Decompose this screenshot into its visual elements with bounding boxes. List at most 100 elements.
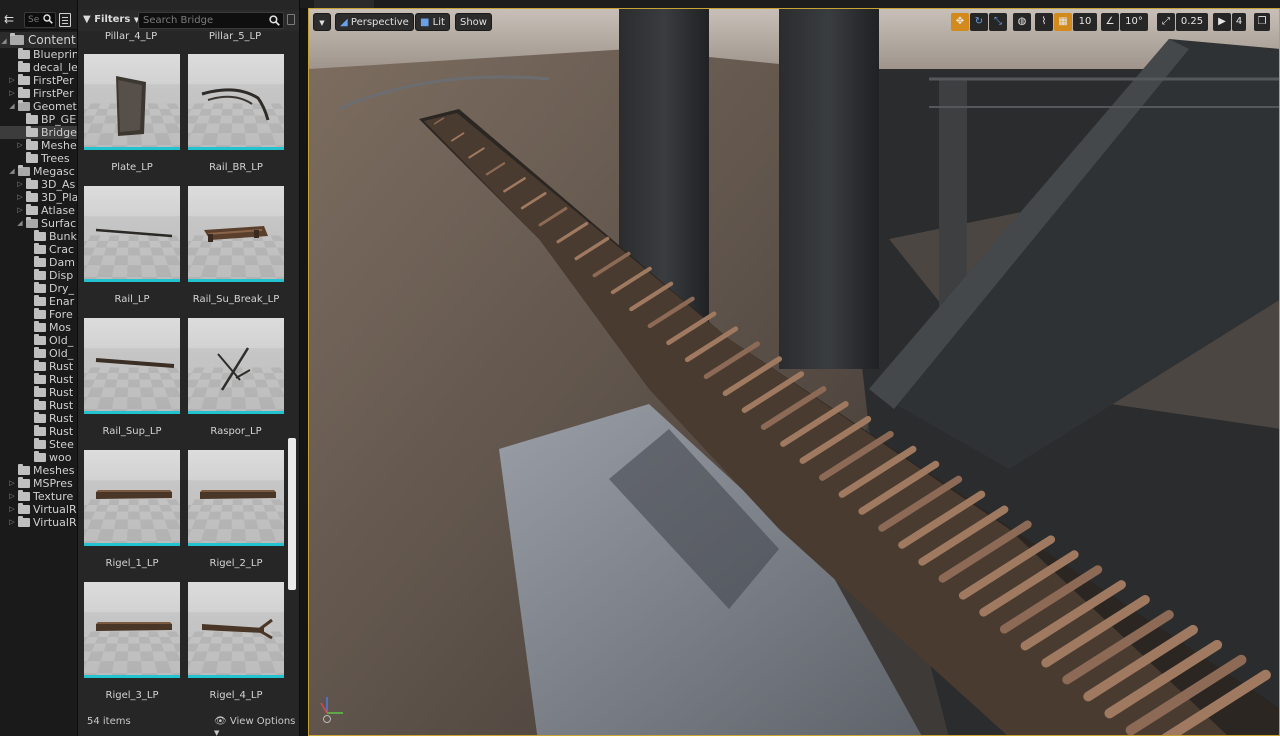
- rotation-snap-toggle[interactable]: ∠: [1101, 13, 1119, 31]
- camera-speed-value[interactable]: 4: [1232, 13, 1246, 31]
- collapsed-arrow-icon[interactable]: ▷: [8, 74, 16, 87]
- tree-item-content[interactable]: ◢ Content: [0, 32, 77, 48]
- tree-item-rust[interactable]: Rust: [0, 386, 77, 399]
- tree-item-megasc[interactable]: ◢ Megasc: [0, 165, 77, 178]
- chevron-down-icon: ▼: [214, 729, 220, 736]
- tree-item-virtualr[interactable]: ▷ VirtualR: [0, 503, 77, 516]
- asset-thumbnail[interactable]: [188, 54, 284, 150]
- translate-tool-button[interactable]: ✥: [951, 13, 969, 31]
- filters-label: Filters: [94, 14, 131, 25]
- tree-item-3d-pla[interactable]: ▷ 3D_Pla: [0, 191, 77, 204]
- tree-item-meshes[interactable]: Meshes: [0, 464, 77, 477]
- collapsed-arrow-icon[interactable]: ▷: [8, 516, 16, 529]
- tree-item-enar[interactable]: Enar: [0, 295, 77, 308]
- tree-item-texture[interactable]: ▷ Texture: [0, 490, 77, 503]
- tree-item-label: FirstPer: [33, 87, 74, 100]
- tree-item-geomet[interactable]: ◢ Geomet: [0, 100, 77, 113]
- partial-row-label-right[interactable]: Pillar_5_LP: [182, 31, 288, 42]
- tree-item-decal-le[interactable]: decal_le: [0, 61, 77, 74]
- rotation-snap-value[interactable]: 10°: [1120, 13, 1148, 31]
- collapsed-arrow-icon[interactable]: ▷: [16, 204, 24, 217]
- tree-item-trees[interactable]: Trees: [0, 152, 77, 165]
- collapsed-arrow-icon[interactable]: ▷: [8, 490, 16, 503]
- tree-item-old-[interactable]: Old_: [0, 347, 77, 360]
- scale-tool-button[interactable]: ⤡: [989, 13, 1007, 31]
- scale-snap-toggle[interactable]: ⤢: [1157, 13, 1175, 31]
- grid-snap-value[interactable]: 10: [1073, 13, 1097, 31]
- tree-item-blueprin[interactable]: Blueprin: [0, 48, 77, 61]
- collapsed-arrow-icon[interactable]: ▷: [8, 503, 16, 516]
- save-search-icon[interactable]: [287, 14, 295, 25]
- tree-item-atlase[interactable]: ▷ Atlase: [0, 204, 77, 217]
- scale-icon: ⤡: [994, 16, 1002, 27]
- tree-item-mspres[interactable]: ▷ MSPres: [0, 477, 77, 490]
- tree-item-mos[interactable]: Mos: [0, 321, 77, 334]
- collapsed-arrow-icon[interactable]: ▷: [16, 139, 24, 152]
- folder-icon: [34, 321, 46, 332]
- tree-item-firstper[interactable]: ▷ FirstPer: [0, 87, 77, 100]
- tree-item-3d-as[interactable]: ▷ 3D_As: [0, 178, 77, 191]
- filters-button[interactable]: ▼ Filters ▼: [83, 12, 139, 28]
- asset-name: Rigel_4_LP: [209, 690, 263, 701]
- expanded-arrow-icon[interactable]: ◢: [16, 217, 24, 230]
- expanded-arrow-icon[interactable]: ◢: [8, 165, 16, 178]
- tree-item-old-[interactable]: Old_: [0, 334, 77, 347]
- tree-item-crac[interactable]: Crac: [0, 243, 77, 256]
- tree-item-woo[interactable]: woo: [0, 451, 77, 464]
- viewport-options-button[interactable]: ▼: [313, 13, 331, 31]
- tree-item-rust[interactable]: Rust: [0, 360, 77, 373]
- tree-item-meshe[interactable]: ▷ Meshe: [0, 139, 77, 152]
- world-local-button[interactable]: ◍: [1013, 13, 1031, 31]
- tree-item-dam[interactable]: Dam: [0, 256, 77, 269]
- asset-thumbnail[interactable]: [188, 582, 284, 678]
- tree-item-bridge[interactable]: Bridge: [0, 126, 77, 139]
- asset-search-input[interactable]: Search Bridge: [138, 12, 284, 29]
- folder-search-input[interactable]: Se: [24, 12, 56, 28]
- expanded-arrow-icon[interactable]: ◢: [0, 33, 8, 46]
- collapsed-arrow-icon[interactable]: ▷: [8, 87, 16, 100]
- tree-item-surfac[interactable]: ◢ Surfac: [0, 217, 77, 230]
- rotate-tool-button[interactable]: ↻: [970, 13, 988, 31]
- tree-item-bunk[interactable]: Bunk: [0, 230, 77, 243]
- expanded-arrow-icon[interactable]: ◢: [8, 100, 16, 113]
- partial-row-label-left[interactable]: Pillar_4_LP: [78, 31, 184, 42]
- camera-speed-button[interactable]: ▶: [1213, 13, 1231, 31]
- level-viewport[interactable]: ▼ ◢ Perspective ■ Lit Show ✥ ↻ ⤡ ◍ ⌇ ▦ 1…: [308, 8, 1280, 736]
- perspective-button[interactable]: ◢ Perspective: [335, 13, 414, 31]
- tree-item-disp[interactable]: Disp: [0, 269, 77, 282]
- asset-thumbnail[interactable]: [188, 318, 284, 414]
- asset-thumbnail[interactable]: [84, 582, 180, 678]
- scale-snap-value[interactable]: 0.25: [1176, 13, 1208, 31]
- collapsed-arrow-icon[interactable]: ▷: [8, 477, 16, 490]
- maximize-viewport-button[interactable]: ❐: [1254, 13, 1270, 31]
- view-options-button[interactable]: 👁 View Options ▼: [214, 716, 299, 736]
- tree-item-rust[interactable]: Rust: [0, 373, 77, 386]
- asset-scrollbar[interactable]: [288, 438, 296, 590]
- list-view-icon[interactable]: [59, 13, 71, 27]
- tree-item-stee[interactable]: Stee: [0, 438, 77, 451]
- asset-thumbnail[interactable]: [84, 318, 180, 414]
- tree-item-firstper[interactable]: ▷ FirstPer: [0, 74, 77, 87]
- tree-item-rust[interactable]: Rust: [0, 425, 77, 438]
- tree-item-virtualr[interactable]: ▷ VirtualR: [0, 516, 77, 529]
- tree-item-rust[interactable]: Rust: [0, 399, 77, 412]
- lit-button[interactable]: ■ Lit: [415, 13, 450, 31]
- viewport-tab[interactable]: [314, 0, 374, 8]
- tree-item-rust[interactable]: Rust: [0, 412, 77, 425]
- tree-item-fore[interactable]: Fore: [0, 308, 77, 321]
- show-button[interactable]: Show: [455, 13, 492, 31]
- tree-item-dry-[interactable]: Dry_: [0, 282, 77, 295]
- surface-snap-button[interactable]: ⌇: [1035, 13, 1053, 31]
- asset-thumbnail[interactable]: [84, 186, 180, 282]
- asset-thumbnail[interactable]: [84, 54, 180, 150]
- collapsed-arrow-icon[interactable]: ▷: [16, 191, 24, 204]
- collapsed-arrow-icon[interactable]: ▷: [16, 178, 24, 191]
- asset-thumbnail[interactable]: [84, 450, 180, 546]
- folder-tree-panel: ⇇ Se ◢ Content Blueprin decal_le ▷ FirstPer…: [0, 0, 78, 736]
- grid-snap-toggle[interactable]: ▦: [1054, 13, 1072, 31]
- tree-item-bp-ge[interactable]: BP_GE: [0, 113, 77, 126]
- sources-collapse-icon[interactable]: ⇇: [4, 12, 22, 26]
- asset-thumbnail[interactable]: [188, 186, 284, 282]
- asset-thumbnail[interactable]: [188, 450, 284, 546]
- scene-render[interactable]: [309, 9, 1280, 736]
